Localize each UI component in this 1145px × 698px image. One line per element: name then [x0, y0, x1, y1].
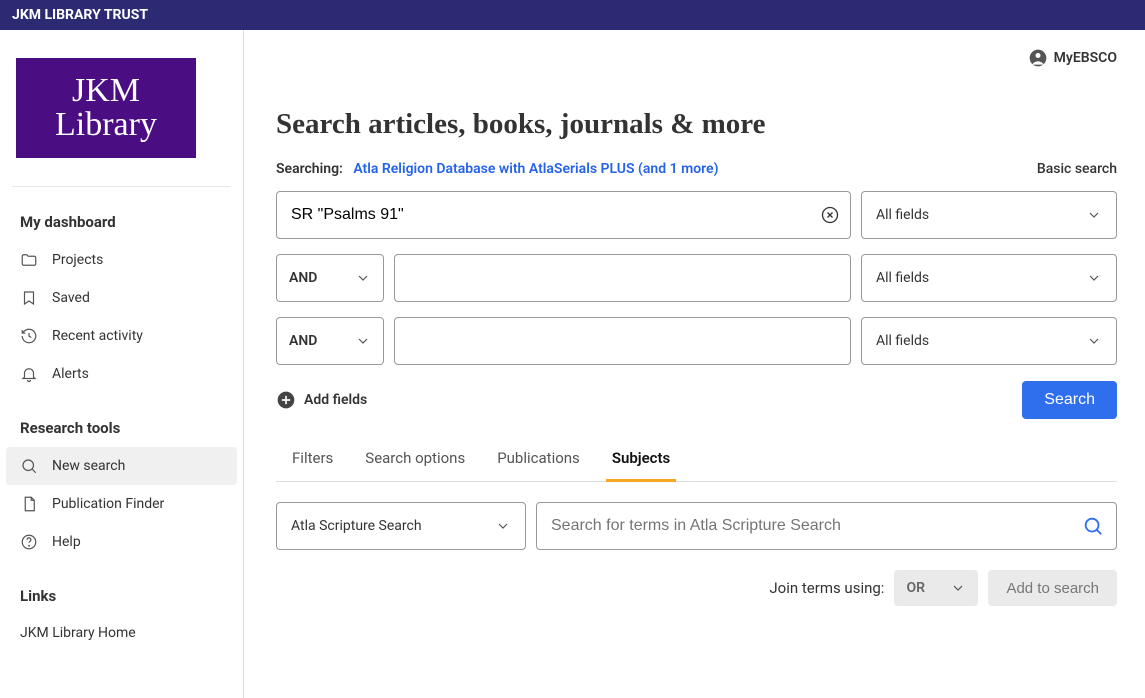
sidebar-item-label: Recent activity	[52, 328, 143, 344]
search-button[interactable]: Search	[1022, 381, 1117, 419]
add-to-search-button[interactable]: Add to search	[988, 570, 1117, 606]
field-select-label: All fields	[876, 270, 929, 286]
chevron-down-icon	[1086, 207, 1102, 223]
sidebar-item-label: New search	[52, 458, 125, 474]
search-term-input-1[interactable]	[276, 191, 851, 239]
search-rows: All fields AND All fields	[276, 191, 1117, 365]
sidebar-item-recent[interactable]: Recent activity	[0, 317, 243, 355]
sidebar-item-pub-finder[interactable]: Publication Finder	[0, 485, 243, 523]
chevron-down-icon	[355, 333, 371, 349]
sidebar-item-new-search[interactable]: New search	[6, 447, 237, 485]
search-term-input-2[interactable]	[394, 254, 851, 302]
bell-icon	[20, 365, 38, 383]
join-terms-label: Join terms using:	[769, 579, 884, 597]
links-heading: Links	[0, 579, 243, 615]
subject-search-button[interactable]	[1077, 510, 1109, 542]
tab-filters[interactable]: Filters	[292, 437, 333, 481]
sidebar-link-home[interactable]: JKM Library Home	[0, 615, 243, 651]
search-row-1: All fields	[276, 191, 1117, 239]
search-icon	[1082, 515, 1104, 537]
logo-container: JKM Library	[0, 30, 243, 182]
sidebar-item-label: Alerts	[52, 366, 89, 382]
sidebar: JKM Library My dashboard Projects Saved …	[0, 30, 244, 698]
add-fields-button[interactable]: Add fields	[276, 390, 367, 410]
trust-name: JKM LIBRARY TRUST	[12, 7, 148, 23]
field-select-2[interactable]: All fields	[861, 254, 1117, 302]
document-icon	[20, 495, 38, 513]
search-icon	[20, 457, 38, 475]
chevron-down-icon	[1086, 270, 1102, 286]
tab-publications[interactable]: Publications	[497, 437, 580, 481]
boolean-select-2[interactable]: AND	[276, 254, 384, 302]
user-circle-icon	[1028, 48, 1048, 68]
sidebar-item-projects[interactable]: Projects	[0, 241, 243, 279]
logo-line1: JKM	[72, 74, 140, 108]
myebsco-label: MyEBSCO	[1054, 50, 1117, 66]
boolean-label: AND	[289, 333, 317, 349]
field-select-3[interactable]: All fields	[861, 317, 1117, 365]
join-operator-select[interactable]: OR	[894, 570, 978, 606]
clear-input-button[interactable]	[819, 204, 841, 226]
database-link[interactable]: Atla Religion Database with AtlaSerials …	[353, 161, 718, 177]
sidebar-item-help[interactable]: Help	[0, 523, 243, 561]
sidebar-item-alerts[interactable]: Alerts	[0, 355, 243, 393]
folder-icon	[20, 251, 38, 269]
field-select-label: All fields	[876, 207, 929, 223]
sidebar-item-label: Projects	[52, 252, 103, 268]
library-logo[interactable]: JKM Library	[16, 58, 196, 158]
search-term-input-3[interactable]	[394, 317, 851, 365]
main-content: MyEBSCO Search articles, books, journals…	[244, 30, 1145, 698]
field-select-1[interactable]: All fields	[861, 191, 1117, 239]
sidebar-item-label: Saved	[52, 290, 90, 306]
subject-type-select[interactable]: Atla Scripture Search	[276, 502, 526, 550]
chevron-down-icon	[950, 580, 966, 596]
field-select-label: All fields	[876, 333, 929, 349]
history-icon	[20, 327, 38, 345]
dashboard-heading: My dashboard	[0, 205, 243, 241]
plus-circle-icon	[276, 390, 296, 410]
help-icon	[20, 533, 38, 551]
logo-line2: Library	[55, 108, 157, 142]
boolean-label: AND	[289, 270, 317, 286]
sidebar-item-saved[interactable]: Saved	[0, 279, 243, 317]
myebsco-button[interactable]: MyEBSCO	[1028, 48, 1117, 68]
research-heading: Research tools	[0, 411, 243, 447]
searching-prefix: Searching:	[276, 161, 343, 177]
subject-select-label: Atla Scripture Search	[291, 518, 422, 534]
page-title: Search articles, books, journals & more	[276, 108, 1117, 141]
top-trust-bar: JKM LIBRARY TRUST	[0, 0, 1145, 30]
chevron-down-icon	[1086, 333, 1102, 349]
divider	[12, 186, 231, 187]
clear-icon	[820, 205, 840, 225]
basic-search-link[interactable]: Basic search	[1037, 161, 1117, 177]
join-operator-label: OR	[906, 580, 925, 596]
sidebar-item-label: JKM Library Home	[20, 625, 136, 641]
sidebar-item-label: Publication Finder	[52, 496, 164, 512]
tab-search-options[interactable]: Search options	[365, 437, 465, 481]
search-row-3: AND All fields	[276, 317, 1117, 365]
tabs: Filters Search options Publications Subj…	[276, 437, 1117, 482]
boolean-select-3[interactable]: AND	[276, 317, 384, 365]
tab-subjects[interactable]: Subjects	[612, 437, 670, 481]
chevron-down-icon	[495, 518, 511, 534]
sidebar-item-label: Help	[52, 534, 81, 550]
chevron-down-icon	[355, 270, 371, 286]
add-fields-label: Add fields	[304, 392, 367, 408]
subject-search-input[interactable]	[536, 502, 1117, 550]
search-row-2: AND All fields	[276, 254, 1117, 302]
bookmark-icon	[20, 289, 38, 307]
